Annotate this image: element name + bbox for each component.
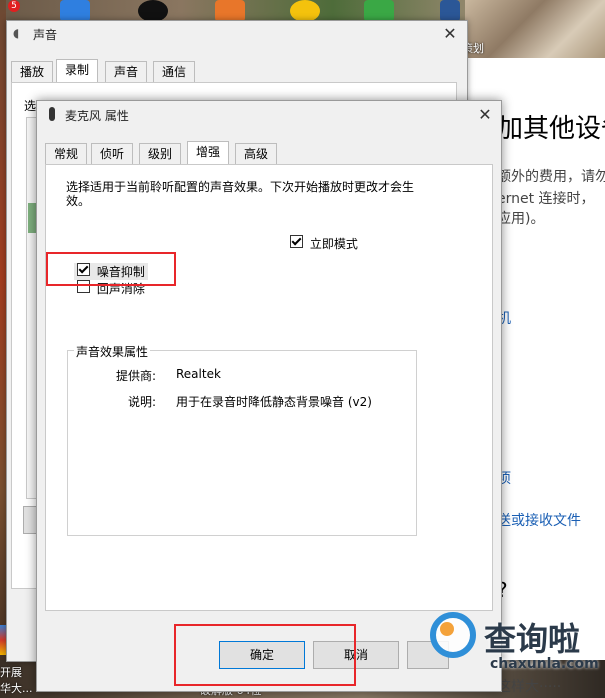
close-icon[interactable]: ✕ [440, 24, 460, 44]
immediate-mode-checkbox[interactable] [290, 235, 303, 248]
iqiyi-icon[interactable] [364, 0, 394, 22]
desktop-label-2: 华大... [0, 682, 33, 695]
watermark-url: chaxunla.com [490, 656, 599, 672]
settings-text-1: 额外的费用，请勿 [497, 169, 605, 185]
highlight-box-noise-suppression [46, 252, 176, 286]
enhancements-description: 选择适用于当前聆听配置的声音效果。下次开始播放时更改才会生效。 [66, 180, 415, 208]
desktop-icon-folder[interactable] [215, 0, 245, 22]
tab-advanced[interactable]: 高级 [235, 143, 278, 165]
desktop-icon-app[interactable] [60, 0, 90, 22]
tab-recording[interactable]: 录制 [56, 59, 99, 83]
provider-value: Realtek [176, 367, 221, 381]
settings-heading: 加其他设备 [497, 114, 605, 144]
tab-playback[interactable]: 播放 [11, 61, 54, 83]
tab-enhancements[interactable]: 增强 [187, 141, 230, 165]
close-icon[interactable]: ✕ [475, 105, 495, 125]
sound-dialog-title: 声音 [33, 28, 58, 42]
tab-communications[interactable]: 通信 [153, 61, 196, 83]
immediate-mode-option[interactable]: 立即模式 [290, 235, 358, 252]
microphone-icon [49, 107, 55, 121]
sound-effect-properties-group: 声音效果属性 提供商: Realtek 说明: 用于在录音时降低静态背景噪音 (… [67, 343, 417, 536]
microphone-properties-dialog: 麦克风 属性 ✕ 常规 侦听 级别 增强 高级 选择适用于当前聆听配置的声音效果… [36, 100, 502, 692]
provider-label: 提供商: [116, 369, 157, 383]
tab-listen[interactable]: 侦听 [91, 143, 134, 165]
description-value: 用于在录音时降低静态背景噪音 (v2) [176, 395, 372, 409]
qq-icon[interactable] [138, 0, 168, 22]
group-title: 声音效果属性 [74, 343, 151, 360]
speaker-icon: ◖ [13, 26, 20, 40]
word-icon[interactable] [440, 0, 460, 22]
desktop-icon-media[interactable] [290, 0, 320, 22]
tab-sounds[interactable]: 声音 [105, 61, 148, 83]
settings-text-2: ernet 连接时， [497, 191, 595, 207]
magnifier-logo-icon [430, 612, 476, 658]
settings-footer: 这样大····· [497, 679, 562, 695]
tab-general[interactable]: 常规 [45, 143, 88, 165]
enhancements-panel: 选择适用于当前聆听配置的声音效果。下次开始播放时更改才会生效。 立即模式 噪音抑… [45, 164, 493, 611]
immediate-mode-label: 立即模式 [309, 237, 358, 251]
mic-dialog-title: 麦克风 属性 [65, 109, 129, 123]
highlight-box-ok-button [174, 624, 356, 686]
notification-badge: 5 [8, 0, 20, 12]
watermark-title: 查询啦 [484, 620, 581, 658]
settings-link-3[interactable]: 送或接收文件 [497, 510, 581, 530]
select-hint: 选 [24, 99, 37, 113]
settings-text-3: 应用)。 [497, 211, 545, 227]
desktop-background-right [465, 0, 605, 60]
magnifier-dot-icon [440, 622, 454, 636]
description-label: 说明: [128, 395, 157, 409]
tab-levels[interactable]: 级别 [139, 143, 182, 165]
desktop-label-1: 开展 [0, 666, 22, 679]
